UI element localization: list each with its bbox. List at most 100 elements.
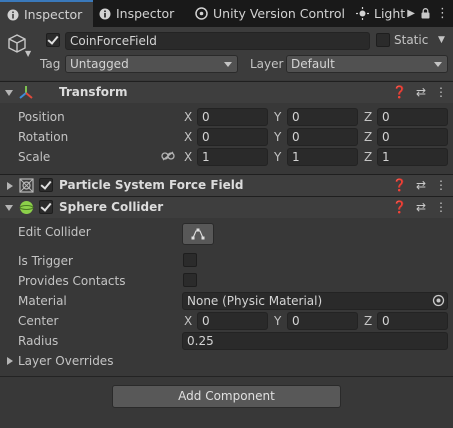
scale-label: Scale	[18, 150, 51, 164]
radius-label: Radius	[18, 334, 59, 348]
static-checkbox[interactable]	[376, 33, 390, 47]
provides-contacts-checkbox[interactable]	[183, 273, 197, 287]
tab-inspector-2[interactable]: Inspector	[99, 0, 174, 27]
edit-collider-icon	[191, 228, 205, 240]
foldout-open-icon[interactable]	[5, 205, 13, 211]
chevron-down-icon	[224, 62, 232, 67]
scale-y-field[interactable]: 1	[287, 148, 358, 166]
object-header: ▼ CoinForceField Static ▼ Tag Untagged L…	[0, 27, 453, 80]
info-icon	[7, 9, 19, 20]
axis-y-label: Y	[274, 314, 282, 328]
center-x-field[interactable]: 0	[197, 312, 268, 330]
more-options-icon[interactable]: ⋮	[435, 85, 447, 99]
axis-x-label: X	[184, 110, 193, 124]
active-checkbox[interactable]	[46, 33, 60, 47]
axis-z-label: Z	[364, 314, 373, 328]
center-y-field[interactable]: 0	[287, 312, 358, 330]
axis-y-label: Y	[274, 130, 282, 144]
rotation-label: Rotation	[18, 130, 69, 144]
scale-z-field[interactable]: 1	[377, 148, 448, 166]
radius-field[interactable]: 0.25	[182, 332, 448, 350]
tab-unity-version-control[interactable]: Unity Version Control	[195, 0, 345, 27]
edit-collider-label: Edit Collider	[18, 225, 91, 239]
help-icon[interactable]: ❓	[392, 200, 407, 214]
more-options-icon[interactable]: ⋮	[436, 6, 449, 21]
axis-x-label: X	[184, 150, 193, 164]
chevron-down-icon	[434, 62, 442, 67]
layer-dropdown[interactable]: Default	[286, 55, 448, 73]
tab-label: Light	[374, 6, 406, 21]
static-label: Static	[394, 33, 429, 47]
foldout-closed-icon[interactable]	[7, 182, 13, 190]
layer-overrides-label[interactable]: Layer Overrides	[18, 354, 113, 368]
object-name-field[interactable]: CoinForceField	[65, 32, 370, 50]
layer-label: Layer	[250, 57, 284, 71]
layer-value: Default	[291, 57, 335, 71]
transform-axes-icon	[19, 86, 33, 99]
more-options-icon[interactable]: ⋮	[435, 200, 447, 214]
center-label: Center	[18, 314, 59, 328]
axis-x-label: X	[184, 314, 193, 328]
tab-bar-controls: ▶ ⋮	[407, 0, 449, 27]
axis-x-label: X	[184, 130, 193, 144]
tag-label: Tag	[40, 57, 61, 71]
sphere-collider-header[interactable]: Sphere Collider ❓ ⇄ ⋮	[0, 196, 453, 218]
tab-scroll-right-icon[interactable]: ▶	[407, 8, 415, 19]
object-picker-icon[interactable]	[432, 294, 445, 307]
scale-x-field[interactable]: 1	[197, 148, 268, 166]
edit-collider-button[interactable]	[182, 223, 214, 245]
divider	[0, 376, 453, 377]
tag-dropdown[interactable]: Untagged	[65, 55, 238, 73]
axis-z-label: Z	[364, 130, 373, 144]
axis-y-label: Y	[274, 110, 282, 124]
presets-icon[interactable]: ⇄	[416, 178, 426, 192]
component-title: Transform	[59, 85, 128, 99]
material-object-field[interactable]: None (Physic Material)	[182, 292, 448, 310]
force-field-icon	[19, 178, 34, 193]
layer-overrides-foldout-icon[interactable]	[7, 357, 13, 365]
tag-value: Untagged	[70, 57, 129, 71]
component-enabled-checkbox[interactable]	[39, 178, 53, 192]
center-z-field[interactable]: 0	[377, 312, 448, 330]
help-icon[interactable]: ❓	[392, 85, 407, 99]
rotation-z-field[interactable]: 0	[377, 128, 448, 146]
add-component-button[interactable]: Add Component	[112, 385, 341, 408]
rotation-y-field[interactable]: 0	[287, 128, 358, 146]
component-enabled-checkbox[interactable]	[39, 200, 53, 214]
tab-inspector-1[interactable]: Inspector	[0, 0, 93, 27]
position-x-field[interactable]: 0	[197, 108, 268, 126]
tab-light[interactable]: Light	[356, 0, 405, 27]
axis-z-label: Z	[364, 150, 373, 164]
axis-z-label: Z	[364, 110, 373, 124]
is-trigger-checkbox[interactable]	[183, 253, 197, 267]
material-label: Material	[18, 294, 67, 308]
component-controls: ❓ ⇄ ⋮	[392, 200, 447, 214]
sphere-collider-icon	[19, 201, 34, 214]
more-options-icon[interactable]: ⋮	[435, 178, 447, 192]
presets-icon[interactable]: ⇄	[416, 85, 426, 99]
presets-icon[interactable]: ⇄	[416, 200, 426, 214]
info-icon	[99, 8, 111, 19]
help-icon[interactable]: ❓	[392, 178, 407, 192]
component-title: Particle System Force Field	[59, 178, 244, 192]
tab-label: Unity Version Control	[213, 6, 345, 21]
particle-force-field-header[interactable]: Particle System Force Field ❓ ⇄ ⋮	[0, 174, 453, 196]
static-dropdown-caret-icon[interactable]: ▼	[438, 35, 445, 45]
lock-icon[interactable]	[421, 8, 430, 19]
constrain-proportions-icon[interactable]	[161, 151, 175, 161]
icon-dropdown-caret-icon[interactable]: ▼	[25, 49, 31, 58]
tab-bar: Inspector Inspector Unity Version Contro…	[0, 0, 453, 27]
foldout-open-icon[interactable]	[5, 90, 13, 96]
component-controls: ❓ ⇄ ⋮	[392, 178, 447, 192]
position-z-field[interactable]: 0	[377, 108, 448, 126]
is-trigger-label: Is Trigger	[18, 254, 73, 268]
tab-label: Inspector	[116, 6, 175, 21]
material-value: None (Physic Material)	[187, 294, 323, 308]
axis-y-label: Y	[274, 150, 282, 164]
tab-label: Inspector	[24, 7, 83, 22]
transform-header[interactable]: Transform ❓ ⇄ ⋮	[0, 81, 453, 103]
component-controls: ❓ ⇄ ⋮	[392, 85, 447, 99]
light-icon	[356, 7, 369, 20]
rotation-x-field[interactable]: 0	[197, 128, 268, 146]
position-y-field[interactable]: 0	[287, 108, 358, 126]
